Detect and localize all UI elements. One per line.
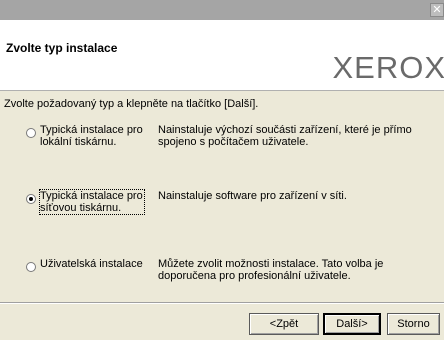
option-label[interactable]: Typická instalace pro síťovou tiskárnu. [39,189,145,215]
option-label[interactable]: Uživatelská instalace [40,258,144,270]
cancel-button[interactable]: Storno [387,313,440,335]
option-description: Můžete zvolit možnosti instalace. Tato v… [158,258,384,282]
option-local-printer[interactable]: Typická instalace pro lokální tiskárnu. … [26,124,444,164]
close-icon: ✕ [432,3,442,16]
radio-local-printer[interactable] [26,128,36,138]
brand-logo: XEROX [332,50,444,85]
title-bar: ✕ [0,0,444,20]
next-button[interactable]: Další> [323,313,381,335]
divider [0,302,444,304]
option-description: Nainstaluje výchozí součásti zařízení, k… [158,124,412,148]
close-button[interactable]: ✕ [430,3,444,17]
radio-network-printer[interactable] [26,194,36,204]
page-title: Zvolte typ instalace [6,41,118,55]
option-custom-install[interactable]: Uživatelská instalace Můžete zvolit možn… [26,258,444,298]
back-button[interactable]: <Zpět [249,313,319,335]
instruction-text: Zvolte požadovaný typ a klepněte na tlač… [4,98,259,110]
option-label[interactable]: Typická instalace pro lokální tiskárnu. [40,124,144,148]
radio-custom-install[interactable] [26,262,36,272]
option-network-printer[interactable]: Typická instalace pro síťovou tiskárnu. … [26,189,444,230]
header-panel: Zvolte typ instalace XEROX [0,20,444,91]
option-description: Nainstaluje software pro zařízení v síti… [158,190,347,202]
